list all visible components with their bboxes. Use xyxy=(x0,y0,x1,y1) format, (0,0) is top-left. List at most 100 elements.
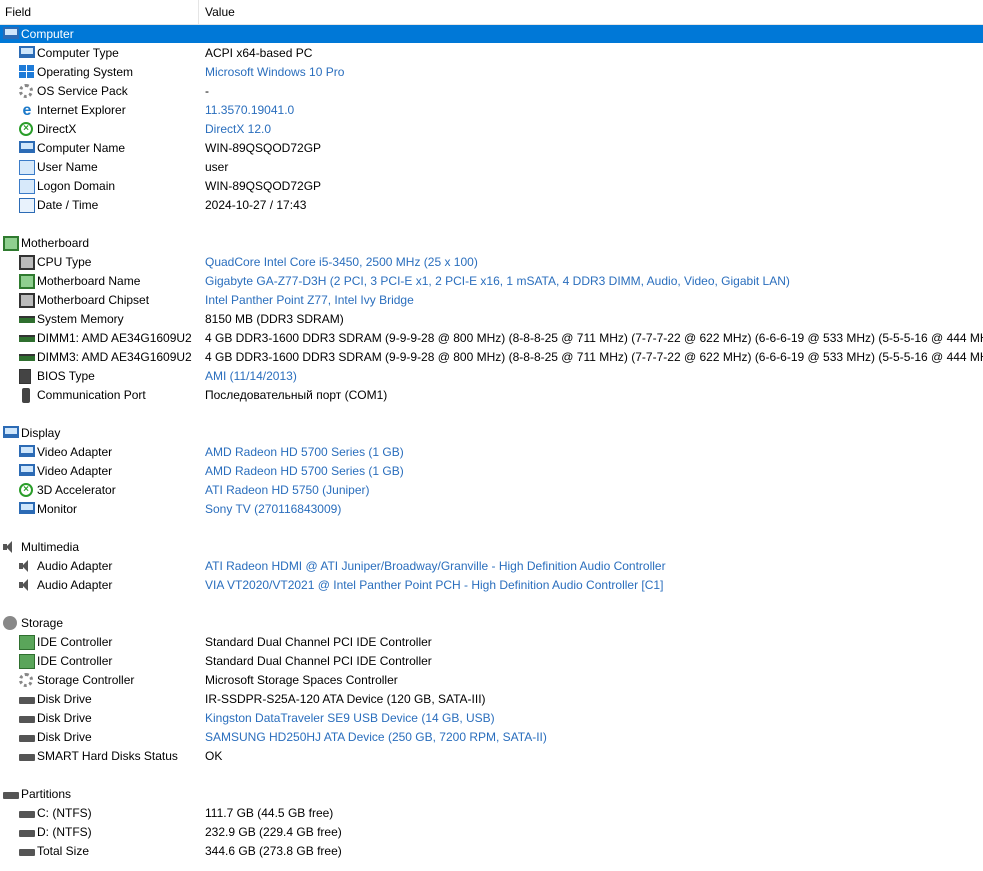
property-field: User Name xyxy=(37,160,98,174)
property-value-link[interactable]: AMD Radeon HD 5700 Series (1 GB) xyxy=(205,443,404,462)
property-row[interactable]: Motherboard Name Gigabyte GA-Z77-D3H (2 P… xyxy=(0,272,983,291)
gear-icon xyxy=(19,84,33,98)
property-row[interactable]: Disk Drive Kingston DataTraveler SE9 USB … xyxy=(0,709,983,728)
property-field: 3D Accelerator xyxy=(37,483,116,497)
section-row-motherboard[interactable]: Motherboard xyxy=(0,234,983,253)
xbox-icon: × xyxy=(19,483,33,497)
property-value-link[interactable]: 11.3570.19041.0 xyxy=(205,101,294,120)
property-field: C: (NTFS) xyxy=(37,806,92,820)
memory-icon xyxy=(19,354,35,361)
column-header-value[interactable]: Value xyxy=(205,0,235,24)
disk-drive-icon xyxy=(19,830,35,837)
property-row[interactable]: Computer Type ACPI x64-based PC xyxy=(0,44,983,63)
property-field: Audio Adapter xyxy=(37,578,113,592)
property-row[interactable]: User Name user xyxy=(0,158,983,177)
property-value-link[interactable]: Gigabyte GA-Z77-D3H (2 PCI, 3 PCI-E x1, … xyxy=(205,272,790,291)
monitor-icon xyxy=(19,141,35,153)
property-row[interactable]: e Internet Explorer 11.3570.19041.0 xyxy=(0,101,983,120)
memory-icon xyxy=(19,316,35,323)
property-row[interactable]: CPU Type QuadCore Intel Core i5-3450, 250… xyxy=(0,253,983,272)
disk-drive-icon xyxy=(19,697,35,704)
property-row[interactable]: OS Service Pack - xyxy=(0,82,983,101)
ide-controller-icon xyxy=(19,635,35,650)
column-header: Field Value xyxy=(0,0,983,25)
property-field: Monitor xyxy=(37,502,78,516)
property-field: IDE Controller xyxy=(37,635,113,649)
property-row[interactable]: System Memory 8150 MB (DDR3 SDRAM) xyxy=(0,310,983,329)
property-row[interactable]: Monitor Sony TV (270116843009) xyxy=(0,500,983,519)
property-row[interactable]: IDE Controller Standard Dual Channel PCI … xyxy=(0,652,983,671)
property-row[interactable]: Storage Controller Microsoft Storage Spac… xyxy=(0,671,983,690)
video-adapter-icon xyxy=(19,464,35,476)
property-row[interactable]: Video Adapter AMD Radeon HD 5700 Series (… xyxy=(0,443,983,462)
section-row-display[interactable]: Display xyxy=(0,424,983,443)
property-value-link[interactable]: ATI Radeon HD 5750 (Juniper) xyxy=(205,481,370,500)
property-row[interactable]: Date / Time 2024-10-27 / 17:43 xyxy=(0,196,983,215)
bios-icon xyxy=(19,369,31,384)
chipset-icon xyxy=(19,293,35,308)
property-row[interactable]: Audio Adapter ATI Radeon HDMI @ ATI Junip… xyxy=(0,557,983,576)
property-row[interactable]: Video Adapter AMD Radeon HD 5700 Series (… xyxy=(0,462,983,481)
property-value-link[interactable]: Microsoft Windows 10 Pro xyxy=(205,63,344,82)
property-value-link[interactable]: VIA VT2020/VT2021 @ Intel Panther Point … xyxy=(205,576,663,595)
property-row[interactable]: C: (NTFS) 111.7 GB (44.5 GB free) xyxy=(0,804,983,823)
property-field: Internet Explorer xyxy=(37,103,126,117)
ide-controller-icon xyxy=(19,654,35,669)
property-value-link[interactable]: Intel Panther Point Z77, Intel Ivy Bridg… xyxy=(205,291,414,310)
column-header-field[interactable]: Field xyxy=(5,0,31,24)
property-row[interactable]: D: (NTFS) 232.9 GB (229.4 GB free) xyxy=(0,823,983,842)
property-field: Disk Drive xyxy=(37,692,92,706)
property-value-link[interactable]: AMD Radeon HD 5700 Series (1 GB) xyxy=(205,462,404,481)
section-title: Display xyxy=(21,426,61,440)
section-row-multimedia[interactable]: Multimedia xyxy=(0,538,983,557)
property-field: SMART Hard Disks Status xyxy=(37,749,178,763)
property-row[interactable]: Disk Drive SAMSUNG HD250HJ ATA Device (25… xyxy=(0,728,983,747)
property-field: D: (NTFS) xyxy=(37,825,92,839)
property-value: Последовательный порт (COM1) xyxy=(205,388,388,402)
property-value: 2024-10-27 / 17:43 xyxy=(205,198,307,212)
section-title: Motherboard xyxy=(21,236,90,250)
property-value-link[interactable]: SAMSUNG HD250HJ ATA Device (250 GB, 7200… xyxy=(205,728,547,747)
property-row[interactable]: Communication Port Последовательный порт … xyxy=(0,386,983,405)
property-field: Computer Type xyxy=(37,46,119,60)
clock-icon xyxy=(19,198,35,213)
property-value-link[interactable]: AMI (11/14/2013) xyxy=(205,367,297,386)
property-value-link[interactable]: DirectX 12.0 xyxy=(205,120,271,139)
property-value: ACPI x64-based PC xyxy=(205,46,313,60)
property-row[interactable]: SMART Hard Disks Status OK xyxy=(0,747,983,766)
property-row[interactable]: Logon Domain WIN-89QSQOD72GP xyxy=(0,177,983,196)
property-row[interactable]: Audio Adapter VIA VT2020/VT2021 @ Intel P… xyxy=(0,576,983,595)
property-row[interactable]: × 3D Accelerator ATI Radeon HD 5750 (Junip… xyxy=(0,481,983,500)
property-value-link[interactable]: ATI Radeon HDMI @ ATI Juniper/Broadway/G… xyxy=(205,557,666,576)
property-value: 4 GB DDR3-1600 DDR3 SDRAM (9-9-9-28 @ 80… xyxy=(205,331,983,345)
property-row[interactable]: Operating System Microsoft Windows 10 Pro xyxy=(0,63,983,82)
property-value: 8150 MB (DDR3 SDRAM) xyxy=(205,312,344,326)
property-row[interactable]: Disk Drive IR-SSDPR-S25A-120 ATA Device (… xyxy=(0,690,983,709)
disk-drive-icon xyxy=(19,811,35,818)
property-row[interactable]: DIMM3: AMD AE34G1609U2 4 GB DDR3-1600 DDR… xyxy=(0,348,983,367)
property-row[interactable]: IDE Controller Standard Dual Channel PCI … xyxy=(0,633,983,652)
property-value-link[interactable]: QuadCore Intel Core i5-3450, 2500 MHz (2… xyxy=(205,253,478,272)
column-separator[interactable] xyxy=(198,0,199,24)
property-value-link[interactable]: Kingston DataTraveler SE9 USB Device (14… xyxy=(205,709,495,728)
section-row-computer[interactable]: Computer xyxy=(0,25,983,43)
internet-explorer-icon: e xyxy=(22,102,32,119)
property-value: 232.9 GB (229.4 GB free) xyxy=(205,825,342,839)
property-row[interactable]: DIMM1: AMD AE34G1609U2 4 GB DDR3-1600 DDR… xyxy=(0,329,983,348)
property-row[interactable]: Computer Name WIN-89QSQOD72GP xyxy=(0,139,983,158)
property-row[interactable]: Total Size 344.6 GB (273.8 GB free) xyxy=(0,842,983,861)
motherboard-icon xyxy=(19,274,35,289)
motherboard-icon xyxy=(3,236,19,251)
section-row-partitions[interactable]: Partitions xyxy=(0,785,983,804)
domain-icon xyxy=(19,179,35,194)
property-value: WIN-89QSQOD72GP xyxy=(205,179,322,193)
section-row-storage[interactable]: Storage xyxy=(0,614,983,633)
property-value: user xyxy=(205,160,229,174)
property-row[interactable]: BIOS Type AMI (11/14/2013) xyxy=(0,367,983,386)
section-title: Partitions xyxy=(21,787,72,801)
property-row[interactable]: × DirectX DirectX 12.0 xyxy=(0,120,983,139)
property-value-link[interactable]: Sony TV (270116843009) xyxy=(205,500,341,519)
property-field: IDE Controller xyxy=(37,654,113,668)
property-row[interactable]: Motherboard Chipset Intel Panther Point Z… xyxy=(0,291,983,310)
property-field: DIMM1: AMD AE34G1609U2 xyxy=(37,331,192,345)
